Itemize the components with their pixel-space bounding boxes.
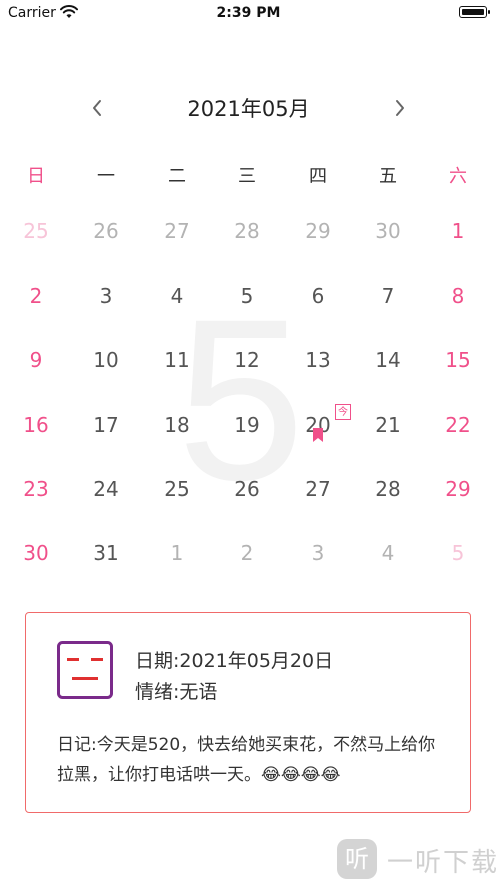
diary-mood: 情绪:无语 (135, 681, 218, 703)
calendar-day-cell[interactable]: 14 (358, 348, 418, 372)
calendar-day-cell[interactable]: 25 (6, 219, 66, 243)
calendar-day-cell[interactable]: 29 (428, 477, 488, 501)
calendar-day-cell[interactable]: 2 (217, 541, 277, 565)
next-month-button[interactable] (380, 88, 420, 128)
weekday-label: 六 (449, 166, 467, 187)
calendar-day-cell[interactable]: 27 (288, 477, 348, 501)
today-badge: 今 (335, 404, 351, 420)
weekday-label: 二 (168, 166, 186, 187)
calendar-day-cell[interactable]: 26 (217, 477, 277, 501)
site-logo-icon: 听 (337, 839, 377, 879)
calendar-day-cell[interactable]: 22 (428, 413, 488, 437)
calendar-day-cell[interactable]: 30 (6, 541, 66, 565)
calendar-day-cell[interactable]: 3 (288, 541, 348, 565)
site-logo-text: 一听下载 (387, 848, 497, 878)
weekday-header-row: 日一二三四五六 (0, 162, 497, 192)
calendar-day-cell[interactable]: 31 (76, 541, 136, 565)
battery-icon (459, 6, 490, 18)
calendar-day-cell[interactable]: 26 (76, 219, 136, 243)
calendar-day-cell[interactable]: 25 (147, 477, 207, 501)
status-bar: Carrier 2:39 PM (0, 0, 497, 26)
bookmark-icon (313, 428, 323, 442)
weekday-label: 日 (27, 166, 45, 187)
month-title: 2021年05月 (187, 97, 310, 121)
calendar-day-cell[interactable]: 10 (76, 348, 136, 372)
calendar-day-cell[interactable]: 13 (288, 348, 348, 372)
weekday-label: 五 (379, 166, 397, 187)
chevron-right-icon (396, 100, 404, 116)
calendar-day-cell[interactable]: 8 (428, 284, 488, 308)
calendar-day-cell[interactable]: 5 (428, 541, 488, 565)
calendar-day-cell[interactable]: 3 (76, 284, 136, 308)
calendar-day-cell[interactable]: 6 (288, 284, 348, 308)
calendar-day-cell[interactable]: 17 (76, 413, 136, 437)
calendar-day-cell[interactable]: 23 (6, 477, 66, 501)
calendar-day-cell[interactable]: 4 (358, 541, 418, 565)
calendar-day-cell[interactable]: 21 (358, 413, 418, 437)
weekday-label: 四 (309, 166, 327, 187)
calendar-day-cell[interactable]: 9 (6, 348, 66, 372)
weekday-label: 一 (97, 166, 115, 187)
weekday-label: 三 (238, 166, 256, 187)
calendar-day-cell[interactable]: 29 (288, 219, 348, 243)
calendar-day-cell[interactable]: 28 (217, 219, 277, 243)
download-site-watermark: 听 一听下载 (337, 834, 497, 883)
calendar-day-cell[interactable]: 15 (428, 348, 488, 372)
calendar-day-cell[interactable]: 27 (147, 219, 207, 243)
month-header: 2021年05月 (0, 88, 497, 128)
calendar-day-cell[interactable]: 12 (217, 348, 277, 372)
calendar-day-cell[interactable]: 4 (147, 284, 207, 308)
calendar-day-cell[interactable]: 30 (358, 219, 418, 243)
speechless-face-icon (57, 641, 113, 699)
calendar-day-cell[interactable]: 19 (217, 413, 277, 437)
calendar-day-cell[interactable]: 7 (358, 284, 418, 308)
calendar-day-cell[interactable]: 5 (217, 284, 277, 308)
diary-text: 日记:今天是520，快去给她买束花，不然马上给你拉黑，让你打电话哄一天。😂😂😂😂 (57, 735, 436, 785)
calendar-day-cell[interactable]: 24 (76, 477, 136, 501)
calendar-day-cell[interactable]: 11 (147, 348, 207, 372)
calendar-day-cell[interactable]: 1 (147, 541, 207, 565)
calendar-day-cell[interactable]: 28 (358, 477, 418, 501)
calendar-day-cell[interactable]: 2 (6, 284, 66, 308)
clock: 2:39 PM (216, 5, 281, 21)
calendar-day-cell[interactable]: 16 (6, 413, 66, 437)
calendar-day-cell[interactable]: 1 (428, 219, 488, 243)
calendar-day-cell[interactable]: 18 (147, 413, 207, 437)
diary-date: 日期:2021年05月20日 (135, 650, 334, 672)
